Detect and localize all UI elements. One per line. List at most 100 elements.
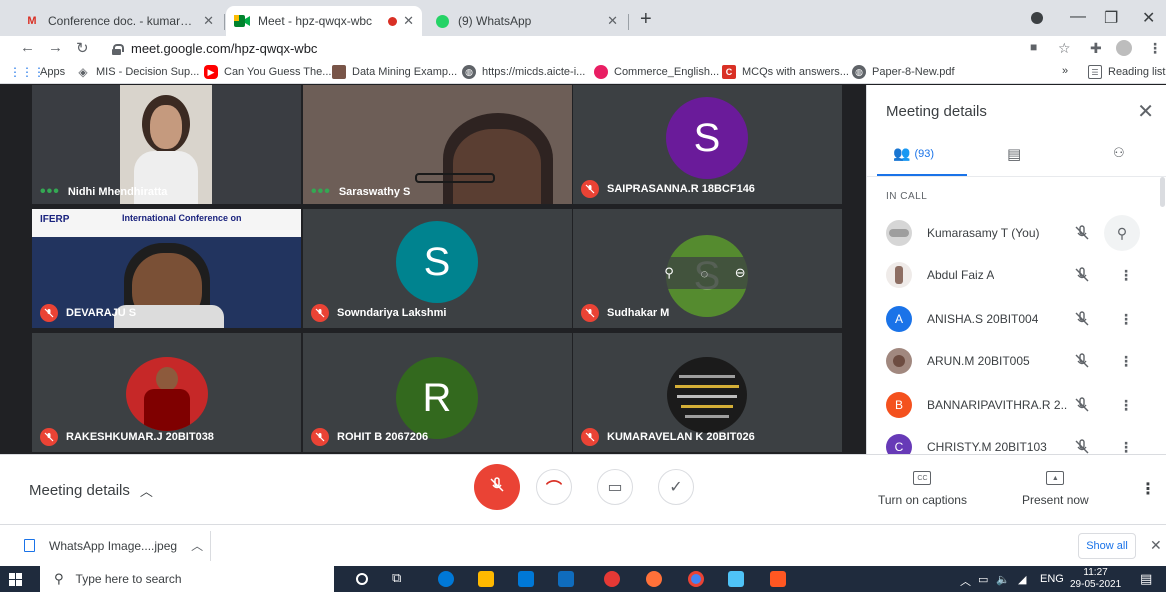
participant-tile[interactable]: RAKESHKUMAR.J 20BIT038	[32, 333, 301, 452]
language-indicator[interactable]: ENG	[1040, 573, 1064, 585]
participant-name: Sowndariya Lakshmi	[311, 304, 446, 322]
bookmark-commerce[interactable]: Commerce_English...	[594, 65, 719, 79]
task-view-icon[interactable]: ⧉	[392, 570, 408, 586]
windows-start-icon[interactable]	[9, 573, 22, 586]
minimize-button[interactable]: —	[1070, 8, 1086, 26]
participant-name: RAKESHKUMAR.J 20BIT038	[40, 428, 214, 446]
mic-off-icon	[488, 476, 506, 499]
mail-icon[interactable]	[558, 571, 574, 587]
window-close-button[interactable]: ✕	[1142, 8, 1155, 28]
url-field[interactable]: meet.google.com/hpz-qwqx-wbc	[112, 41, 317, 56]
star-icon[interactable]: ☆	[1058, 40, 1071, 57]
pin-icon[interactable]: ⚲	[1104, 215, 1140, 251]
taskbar-search-input[interactable]: ⚲ Type here to search	[40, 566, 334, 592]
participant-tile[interactable]: S SAIPRASANNA.R 18BCF146	[573, 85, 842, 204]
participant-row[interactable]: Kumarasamy T (You) ⚲	[867, 213, 1157, 253]
tab-meet[interactable]: Meet - hpz-qwqx-wbc ✕	[226, 6, 422, 36]
participant-tile[interactable]: ••• Saraswathy S	[303, 85, 572, 204]
search-icon: ⚲	[54, 571, 64, 586]
close-panel-button[interactable]: ✕	[1137, 99, 1154, 124]
volume-icon[interactable]: 🔈	[996, 573, 1010, 586]
bookmarks-more-button[interactable]: »	[1062, 65, 1068, 77]
mic-off-icon	[1073, 352, 1091, 370]
back-icon[interactable]: ←	[20, 39, 35, 56]
more-options-icon[interactable]: ⋮	[1119, 311, 1133, 328]
lock-icon[interactable]	[112, 43, 124, 55]
extensions-icon[interactable]: ✚	[1090, 40, 1102, 57]
powerpoint-icon[interactable]	[770, 571, 786, 587]
reload-icon[interactable]: ↻	[76, 39, 89, 57]
forward-icon[interactable]: →	[48, 39, 63, 56]
profile-icon[interactable]	[1031, 12, 1043, 24]
participant-tile[interactable]: R ROHIT B 2067206	[303, 333, 572, 452]
battery-icon[interactable]: ▭	[978, 573, 988, 586]
show-all-button[interactable]: Show all	[1078, 533, 1136, 559]
participant-row[interactable]: Abdul Faiz A ⋮	[867, 255, 1157, 295]
bookmark-aicte[interactable]: ◍ https://micds.aicte-i...	[462, 65, 585, 79]
close-icon[interactable]: ✕	[1150, 537, 1162, 554]
participant-tile[interactable]: IFERP International Conference on DEVARA…	[32, 209, 301, 328]
bookmark-datamining[interactable]: Data Mining Examp...	[332, 65, 457, 79]
leave-call-button[interactable]: ⌒	[536, 469, 572, 505]
tab-activities[interactable]: ⚇	[1113, 145, 1125, 161]
cortana-icon[interactable]	[356, 573, 368, 585]
more-options-icon[interactable]: ⋮	[1119, 397, 1133, 414]
participant-tile[interactable]: KUMARAVELAN K 20BIT026	[573, 333, 842, 452]
meeting-details-toggle[interactable]: Meeting details ︿	[29, 481, 153, 500]
bookmark-youtube[interactable]: ▶ Can You Guess The...	[204, 65, 331, 79]
tab-whatsapp[interactable]: (9) WhatsApp ✕	[426, 6, 626, 36]
tray-chevron-icon[interactable]: ︿	[960, 573, 971, 589]
notifications-icon[interactable]: ▤	[1140, 571, 1152, 587]
bookmark-apps[interactable]: ⋮⋮⋮ Apps	[9, 65, 65, 79]
bookmark-mis[interactable]: ◈ MIS - Decision Sup...	[76, 65, 199, 79]
photos-icon[interactable]	[728, 571, 744, 587]
reading-list-button[interactable]: ☰ Reading list	[1088, 65, 1165, 79]
participant-tile[interactable]: S ⚲ ◌ ⊖ Sudhakar M	[573, 209, 842, 328]
more-options-icon[interactable]: ⋮	[1119, 267, 1133, 284]
taskbar-clock[interactable]: 11:27 29-05-2021	[1070, 567, 1121, 591]
tab-gmail[interactable]: M Conference doc. - kumarasamyt@ ✕	[16, 6, 222, 36]
camera-icon[interactable]: ■	[1030, 40, 1037, 54]
store-icon[interactable]	[518, 571, 534, 587]
more-options-icon[interactable]: ⋮	[1119, 353, 1133, 370]
new-tab-button[interactable]: +	[640, 8, 652, 31]
remove-participant-icon[interactable]: ⊖	[735, 265, 746, 281]
tab-chat[interactable]: ▤	[1007, 145, 1021, 163]
firefox-icon[interactable]	[646, 571, 662, 587]
tab-people[interactable]: 👥 (93)	[893, 145, 934, 162]
bookmark-mcq[interactable]: C MCQs with answers...	[722, 65, 849, 79]
participant-tile[interactable]: ••• Nidhi Mhendhiratta	[32, 85, 301, 204]
participant-row[interactable]: A ANISHA.S 20BIT004 ⋮	[867, 299, 1157, 339]
file-explorer-icon[interactable]	[478, 571, 494, 587]
participant-row[interactable]: ARUN.M 20BIT005 ⋮	[867, 341, 1157, 381]
more-options-icon[interactable]: ⋮	[1119, 439, 1133, 456]
camera-toggle-button[interactable]: ▭	[597, 469, 633, 505]
restore-button[interactable]: ❐	[1104, 8, 1118, 28]
participant-name: Kumarasamy T (You)	[927, 226, 1040, 240]
browser-menu-icon[interactable]: ⋮	[1148, 40, 1162, 57]
network-icon[interactable]: ◢	[1018, 573, 1026, 586]
panel-scrollbar[interactable]	[1160, 177, 1165, 207]
chrome-icon[interactable]	[688, 571, 704, 587]
present-now-button[interactable]: ▲ Present now	[1022, 471, 1089, 507]
check-button[interactable]: ✓	[658, 469, 694, 505]
edge-icon[interactable]	[438, 571, 454, 587]
bookmark-label: Data Mining Examp...	[352, 66, 458, 78]
participant-tile[interactable]: S Sowndariya Lakshmi	[303, 209, 572, 328]
captions-button[interactable]: CC Turn on captions	[878, 471, 967, 507]
download-item[interactable]: WhatsApp Image....jpeg ︿	[24, 537, 203, 554]
close-icon[interactable]: ✕	[403, 13, 414, 29]
close-icon[interactable]: ✕	[203, 13, 214, 29]
mute-participant-icon[interactable]: ◌	[700, 266, 708, 281]
close-icon[interactable]: ✕	[607, 13, 618, 29]
avatar[interactable]	[1116, 40, 1132, 56]
more-options-icon[interactable]: ⋮	[1140, 479, 1156, 499]
search-placeholder: Type here to search	[75, 572, 182, 586]
bookmark-paper[interactable]: ◍ Paper-8-New.pdf	[852, 65, 955, 79]
chevron-up-icon[interactable]: ︿	[191, 537, 203, 554]
pin-icon[interactable]: ⚲	[664, 265, 674, 281]
opera-icon[interactable]	[604, 571, 620, 587]
participant-row[interactable]: B BANNARIPAVITHRA.R 2... ⋮	[867, 385, 1157, 425]
video-camera-icon: ▭	[607, 479, 623, 496]
mic-toggle-button[interactable]	[474, 464, 520, 510]
